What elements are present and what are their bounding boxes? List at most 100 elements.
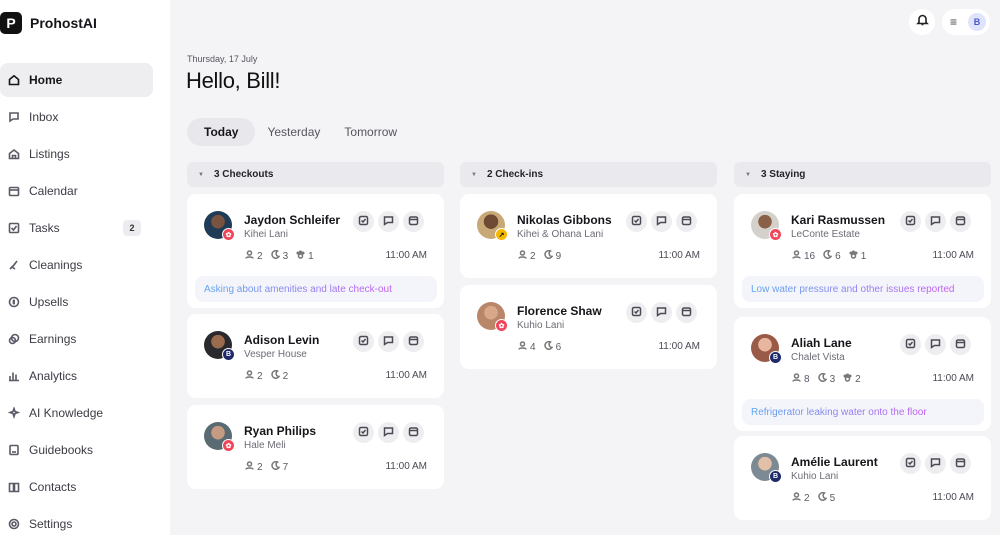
paw-icon xyxy=(296,250,308,262)
airbnb-icon: ✿ xyxy=(769,228,782,241)
sidebar-item-inbox[interactable]: Inbox xyxy=(0,100,153,134)
sidebar-item-ai-knowledge[interactable]: AI Knowledge xyxy=(0,396,153,430)
sidebar-item-contacts[interactable]: Contacts xyxy=(0,470,153,504)
reservation-card[interactable]: ↗ Nikolas Gibbons Kihei & Ohana Lani 2 9… xyxy=(460,194,717,278)
reservation-button[interactable] xyxy=(403,211,424,232)
guest-name: Ryan Philips xyxy=(244,424,317,438)
sidebar-item-label: Listings xyxy=(29,147,70,161)
night-count: 2 xyxy=(282,370,289,382)
tasks-icon xyxy=(7,221,21,235)
sidebar-item-listings[interactable]: Listings xyxy=(0,137,153,171)
sidebar-item-upsells[interactable]: Upsells xyxy=(0,285,153,319)
message-button[interactable] xyxy=(925,211,946,232)
message-button[interactable] xyxy=(925,334,946,355)
calendar-icon xyxy=(955,455,966,473)
column-title: 3 Checkouts xyxy=(213,169,274,180)
ai-note[interactable]: Low water pressure and other issues repo… xyxy=(742,276,984,302)
guidebooks-icon xyxy=(7,443,21,457)
reservation-button[interactable] xyxy=(950,453,971,474)
guests-icon xyxy=(245,250,257,262)
sidebar-item-tasks[interactable]: Tasks 2 xyxy=(0,211,153,245)
guest-name: Adison Levin xyxy=(244,333,320,347)
property-name: Vesper House xyxy=(244,349,307,360)
sidebar-item-label: Earnings xyxy=(29,332,77,346)
night-count: 7 xyxy=(282,461,289,473)
chat-icon xyxy=(656,304,667,322)
reservation-card[interactable]: B Aliah Lane Chalet Vista 8 3 2 11:00 AM… xyxy=(734,317,991,431)
moon-icon xyxy=(270,369,283,382)
inbox-icon xyxy=(7,110,21,124)
contacts-icon xyxy=(7,480,21,494)
reservation-button[interactable] xyxy=(950,334,971,355)
paw-icon xyxy=(843,373,855,385)
tab-today[interactable]: Today xyxy=(187,118,256,146)
reservation-button[interactable] xyxy=(950,211,971,232)
task-button[interactable] xyxy=(626,302,647,323)
night-count: 6 xyxy=(835,250,841,262)
night-count: 6 xyxy=(555,341,562,353)
task-button[interactable] xyxy=(353,422,374,443)
settings-icon xyxy=(7,517,21,531)
message-button[interactable] xyxy=(651,211,672,232)
message-button[interactable] xyxy=(378,422,399,443)
sidebar-item-label: Tasks xyxy=(29,221,60,235)
reservation-button[interactable] xyxy=(676,211,697,232)
staying-header[interactable]: ▼ 3 Staying xyxy=(734,162,991,187)
task-button[interactable] xyxy=(900,211,921,232)
message-button[interactable] xyxy=(925,453,946,474)
sidebar-item-label: Cleanings xyxy=(29,258,83,272)
ai-note[interactable]: Asking about amenities and late check-ou… xyxy=(195,276,437,302)
reservation-button[interactable] xyxy=(676,302,697,323)
column-title: 3 Staying xyxy=(760,169,806,180)
reservation-card[interactable]: ✿ Jaydon Schleifer Kihei Lani 2 3 1 11:0… xyxy=(187,194,444,308)
message-button[interactable] xyxy=(651,302,672,323)
sidebar-item-guidebooks[interactable]: Guidebooks xyxy=(0,433,153,467)
checkouts-header[interactable]: ▼ 3 Checkouts xyxy=(187,162,444,187)
guest-count: 8 xyxy=(804,373,810,385)
reservation-card[interactable]: ✿ Florence Shaw Kuhio Lani 4 6 11:00 AM xyxy=(460,285,717,369)
sidebar-item-analytics[interactable]: Analytics xyxy=(0,359,153,393)
checkins-header[interactable]: ▼ 2 Check-ins xyxy=(460,162,717,187)
ai-note[interactable]: Refrigerator leaking water onto the floo… xyxy=(742,399,984,425)
checkout-time: 11:00 AM xyxy=(385,461,427,472)
task-button[interactable] xyxy=(353,211,374,232)
user-avatar: B xyxy=(968,13,986,31)
sidebar-item-home[interactable]: Home xyxy=(0,63,153,97)
user-menu-button[interactable]: ≡ B xyxy=(942,9,990,35)
brand[interactable]: P ProhostAI xyxy=(0,12,97,34)
reservation-button[interactable] xyxy=(403,331,424,352)
notifications-button[interactable] xyxy=(909,9,935,35)
checkbox-icon xyxy=(358,333,369,351)
task-button[interactable] xyxy=(900,334,921,355)
task-button[interactable] xyxy=(900,453,921,474)
sidebar-item-earnings[interactable]: Earnings xyxy=(0,322,153,356)
menu-icon: ≡ xyxy=(950,15,958,29)
reservation-card[interactable]: B Adison Levin Vesper House 2 2 11:00 AM xyxy=(187,314,444,398)
tab-tomorrow[interactable]: Tomorrow xyxy=(332,118,409,146)
sidebar-item-calendar[interactable]: Calendar xyxy=(0,174,153,208)
task-button[interactable] xyxy=(626,211,647,232)
guest-count: 2 xyxy=(804,492,810,504)
message-button[interactable] xyxy=(378,211,399,232)
reservation-card[interactable]: ✿ Ryan Philips Hale Meli 2 7 11:00 AM xyxy=(187,405,444,489)
airbnb-icon: ✿ xyxy=(222,439,235,452)
tab-yesterday[interactable]: Yesterday xyxy=(255,118,332,146)
booking-icon: B xyxy=(222,348,235,361)
moon-icon xyxy=(817,491,830,504)
message-button[interactable] xyxy=(378,331,399,352)
reservation-card[interactable]: B Amélie Laurent Kuhio Lani 2 5 11:00 AM xyxy=(734,436,991,520)
guest-count: 16 xyxy=(804,250,816,262)
calendar-icon xyxy=(7,184,21,198)
airbnb-icon: ✿ xyxy=(495,319,508,332)
chat-icon xyxy=(930,336,941,354)
cleanings-icon xyxy=(7,258,21,272)
direct-booking-icon: ↗ xyxy=(495,228,508,241)
reservation-card[interactable]: ✿ Kari Rasmussen LeConte Estate 16 6 1 1… xyxy=(734,194,991,308)
sidebar-item-label: Contacts xyxy=(29,480,77,494)
sidebar-item-cleanings[interactable]: Cleanings xyxy=(0,248,153,282)
sidebar-item-settings[interactable]: Settings xyxy=(0,507,153,535)
task-button[interactable] xyxy=(353,331,374,352)
analytics-icon xyxy=(7,369,21,383)
calendar-icon xyxy=(955,336,966,354)
reservation-button[interactable] xyxy=(403,422,424,443)
